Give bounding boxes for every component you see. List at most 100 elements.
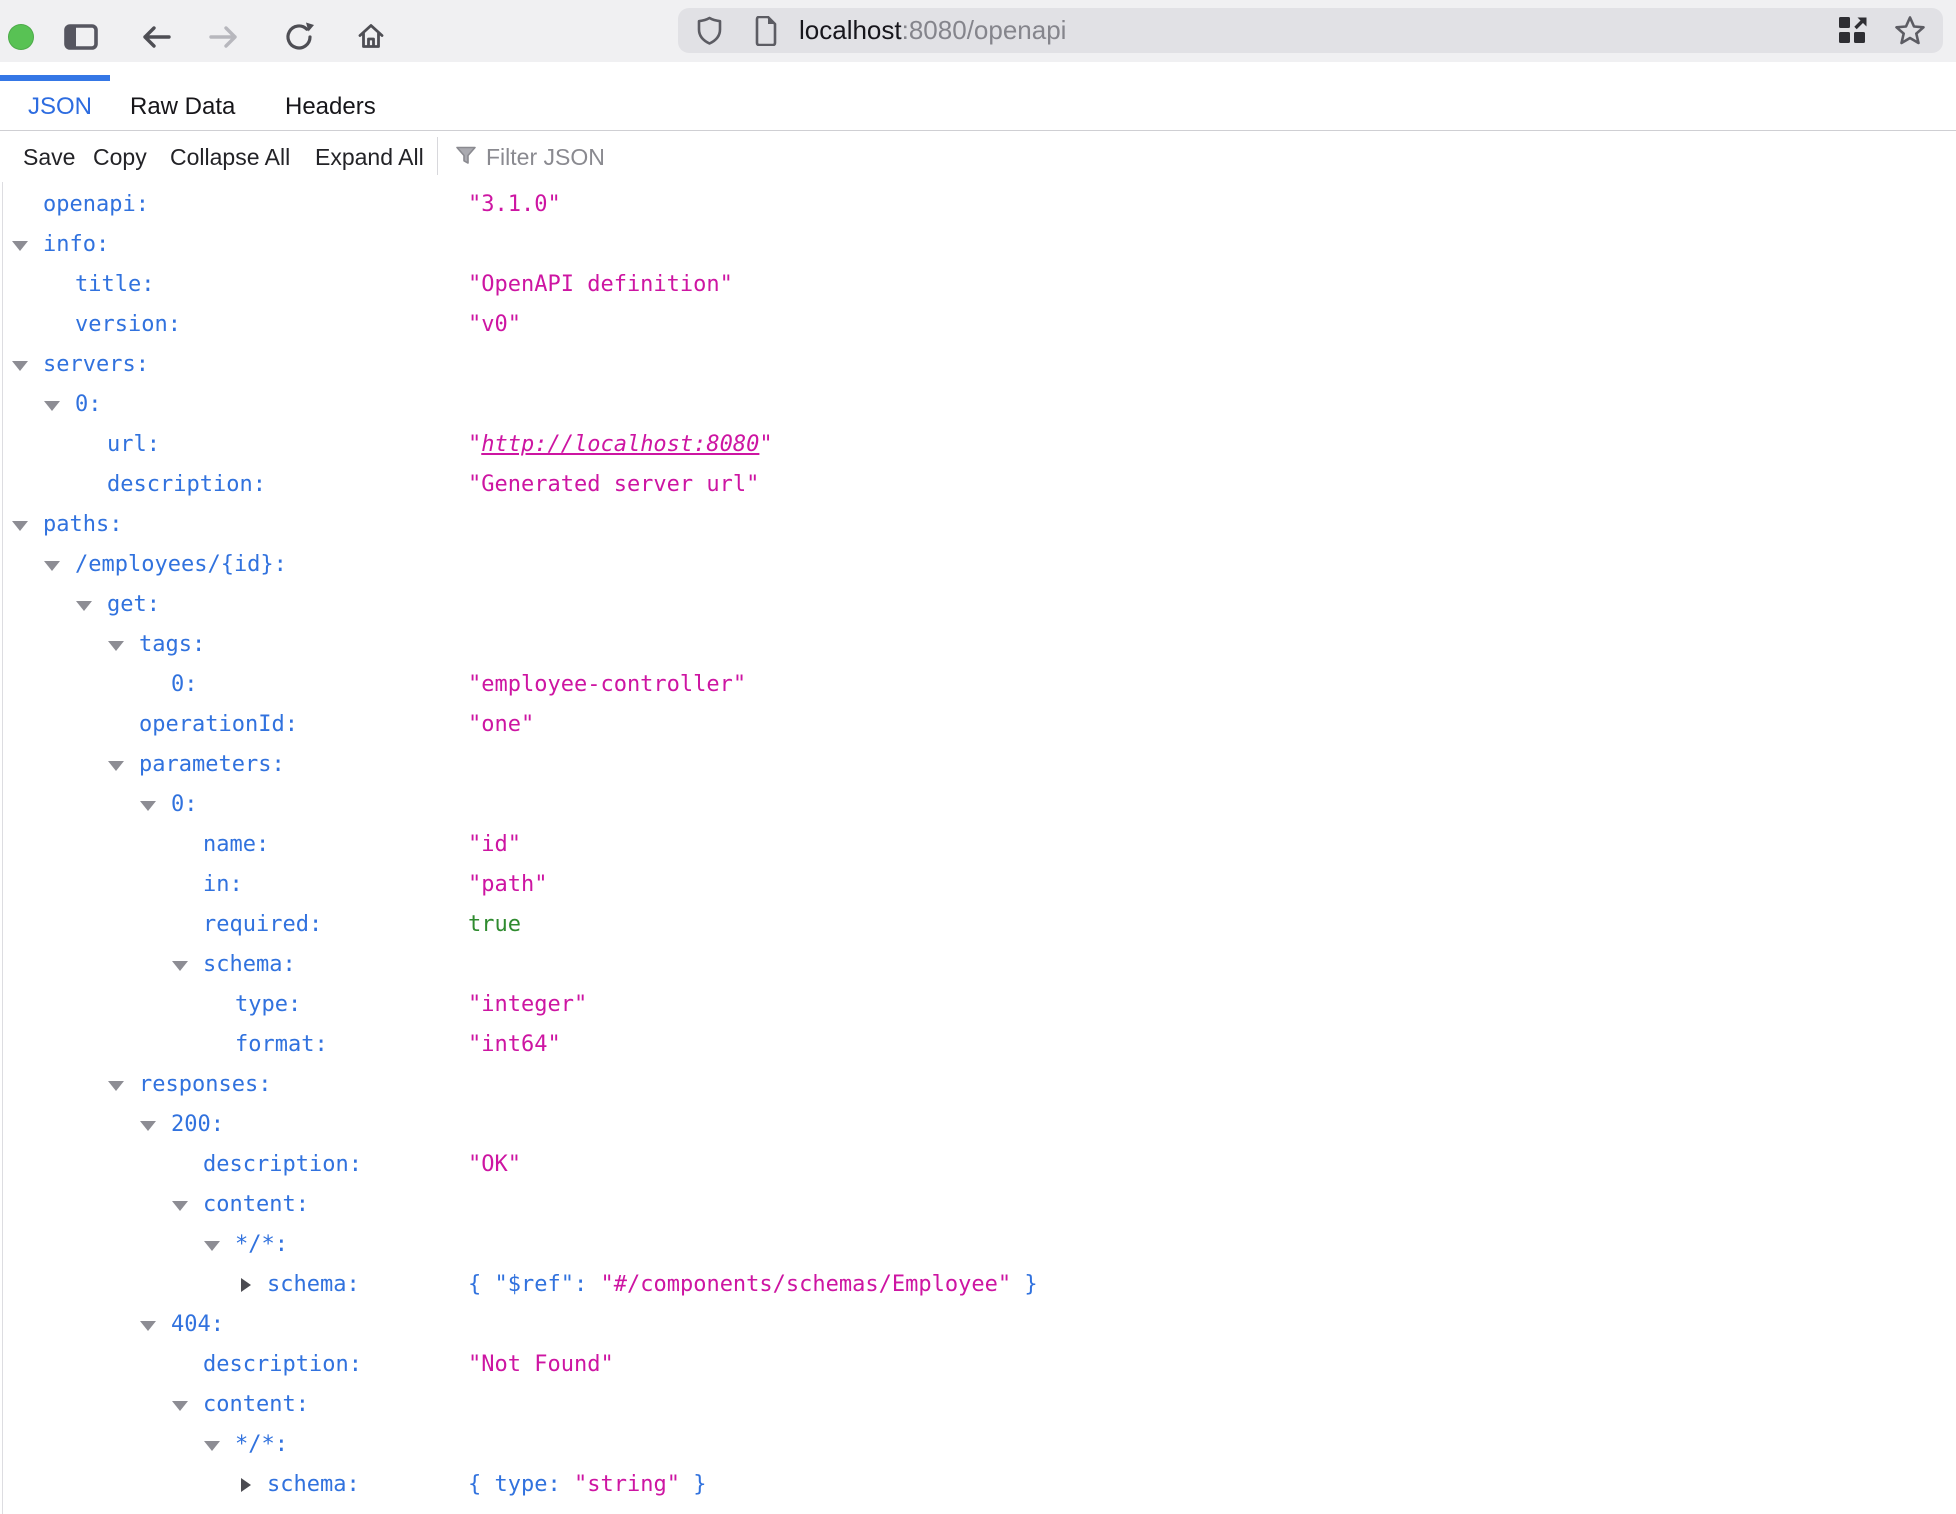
tab-headers[interactable]: Headers: [285, 93, 376, 121]
back-icon[interactable]: [138, 24, 172, 50]
json-row[interactable]: required: true: [0, 905, 1956, 945]
json-key: content:: [203, 1185, 309, 1225]
collapse-arrow-icon[interactable]: [204, 1241, 220, 1251]
preview-punc: :: [574, 1272, 601, 1297]
json-row[interactable]: 404:: [0, 1305, 1956, 1345]
json-key: 0:: [75, 385, 102, 425]
json-row[interactable]: */*:: [0, 1425, 1956, 1465]
json-row[interactable]: content:: [0, 1385, 1956, 1425]
json-row[interactable]: 0:: [0, 385, 1956, 425]
collapse-arrow-icon[interactable]: [140, 1121, 156, 1131]
string-value: "one": [468, 712, 534, 737]
json-row[interactable]: */*:: [0, 1225, 1956, 1265]
reload-icon[interactable]: [284, 22, 314, 52]
json-key: name:: [203, 825, 269, 865]
json-row[interactable]: in:"path": [0, 865, 1956, 905]
save-button[interactable]: Save: [23, 144, 75, 171]
expand-arrow-icon[interactable]: [241, 1478, 251, 1492]
sidebar-toggle-icon[interactable]: [64, 24, 98, 50]
collapse-arrow-icon[interactable]: [172, 1201, 188, 1211]
json-key: description:: [107, 465, 266, 505]
collapse-arrow-icon[interactable]: [12, 241, 28, 251]
json-row[interactable]: description: "Generated server url": [0, 465, 1956, 505]
toolbar-divider: [437, 137, 438, 175]
json-key: openapi:: [43, 185, 149, 225]
json-row[interactable]: operationId:"one": [0, 705, 1956, 745]
json-row[interactable]: title:"OpenAPI definition": [0, 265, 1956, 305]
string-value: "Generated server url": [468, 472, 759, 497]
json-key: description:: [203, 1145, 362, 1185]
string-value: "id": [468, 832, 521, 857]
json-value: { type: "string" }: [468, 1465, 706, 1505]
json-row[interactable]: get:: [0, 585, 1956, 625]
preview-punc: :: [547, 1472, 574, 1497]
screenshot-extension-icon[interactable]: [1838, 16, 1868, 46]
url-link-value[interactable]: http://localhost:8080: [481, 432, 759, 457]
active-tab-indicator: [0, 75, 110, 81]
json-row[interactable]: url:"http://localhost:8080": [0, 425, 1956, 465]
json-value: "one": [468, 705, 534, 745]
collapse-arrow-icon[interactable]: [108, 641, 124, 651]
json-row[interactable]: paths:: [0, 505, 1956, 545]
json-row[interactable]: openapi: "3.1.0": [0, 185, 1956, 225]
json-value: "id": [468, 825, 521, 865]
copy-button[interactable]: Copy: [93, 144, 147, 171]
filter-json-input[interactable]: [484, 140, 908, 174]
json-row[interactable]: /employees/{id}:: [0, 545, 1956, 585]
collapse-arrow-icon[interactable]: [108, 1081, 124, 1091]
json-row[interactable]: parameters:: [0, 745, 1956, 785]
collapse-arrow-icon[interactable]: [76, 601, 92, 611]
json-value: "3.1.0": [468, 185, 561, 225]
json-row[interactable]: 200:: [0, 1105, 1956, 1145]
collapse-all-button[interactable]: Collapse All: [170, 144, 290, 171]
json-row[interactable]: version:"v0": [0, 305, 1956, 345]
json-row[interactable]: schema:{ "$ref": "#/components/schemas/E…: [0, 1265, 1956, 1305]
json-row[interactable]: 0:"employee-controller": [0, 665, 1956, 705]
json-row[interactable]: schema:: [0, 945, 1956, 985]
expand-arrow-icon[interactable]: [241, 1278, 251, 1292]
json-key: parameters:: [139, 745, 285, 785]
collapse-arrow-icon[interactable]: [204, 1441, 220, 1451]
collapse-arrow-icon[interactable]: [140, 801, 156, 811]
shield-icon[interactable]: [697, 16, 722, 46]
json-row[interactable]: content:: [0, 1185, 1956, 1225]
json-row[interactable]: 0:: [0, 785, 1956, 825]
boolean-value: true: [468, 912, 521, 937]
collapse-arrow-icon[interactable]: [172, 961, 188, 971]
json-value: "employee-controller": [468, 665, 746, 705]
json-row[interactable]: servers:: [0, 345, 1956, 385]
url-bar[interactable]: localhost:8080/openapi: [678, 8, 1943, 53]
bookmark-star-icon[interactable]: [1894, 15, 1926, 46]
json-row[interactable]: description:"Not Found": [0, 1345, 1956, 1385]
collapse-arrow-icon[interactable]: [108, 761, 124, 771]
string-value: "int64": [468, 1032, 561, 1057]
json-row[interactable]: format:"int64": [0, 1025, 1956, 1065]
json-tree: openapi: "3.1.0"info:title:"OpenAPI defin…: [0, 182, 1956, 1514]
json-row[interactable]: name: "id": [0, 825, 1956, 865]
tab-raw-data[interactable]: Raw Data: [130, 93, 235, 121]
json-key: description:: [203, 1345, 362, 1385]
preview-string: "#/components/schemas/Employee": [600, 1272, 1011, 1297]
json-row[interactable]: description:"OK": [0, 1145, 1956, 1185]
json-key: in:: [203, 865, 243, 905]
json-row[interactable]: responses:: [0, 1065, 1956, 1105]
collapse-arrow-icon[interactable]: [12, 521, 28, 531]
collapse-arrow-icon[interactable]: [172, 1401, 188, 1411]
collapse-arrow-icon[interactable]: [12, 361, 28, 371]
collapse-arrow-icon[interactable]: [44, 401, 60, 411]
traffic-light-green[interactable]: [8, 24, 34, 50]
expand-all-button[interactable]: Expand All: [315, 144, 424, 171]
url-text[interactable]: localhost:8080/openapi: [799, 8, 1066, 53]
json-key: required:: [203, 905, 322, 945]
collapse-arrow-icon[interactable]: [140, 1321, 156, 1331]
json-row[interactable]: tags:: [0, 625, 1956, 665]
json-value: "http://localhost:8080": [468, 425, 773, 465]
tab-json[interactable]: JSON: [28, 93, 92, 121]
json-row[interactable]: schema:{ type: "string" }: [0, 1465, 1956, 1505]
collapse-arrow-icon[interactable]: [44, 561, 60, 571]
json-row[interactable]: info:: [0, 225, 1956, 265]
home-icon[interactable]: [357, 22, 385, 50]
forward-icon[interactable]: [208, 24, 242, 50]
json-row[interactable]: type:"integer": [0, 985, 1956, 1025]
page-icon[interactable]: [754, 16, 778, 46]
